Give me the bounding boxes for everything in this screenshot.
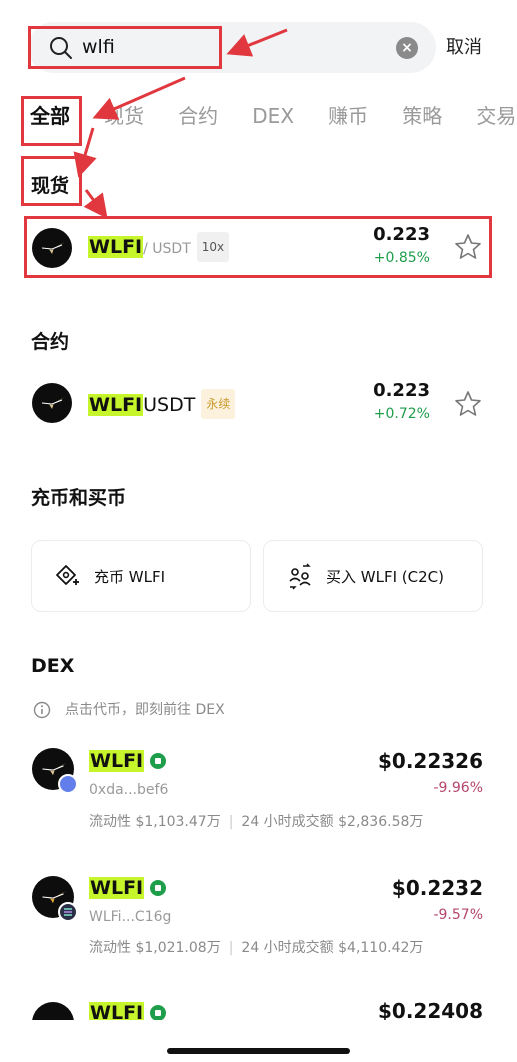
buy-label: 买入 WLFI (C2C) — [326, 567, 444, 586]
futures-price: 0.223 — [373, 380, 430, 401]
dex-stats: 流动性 $1,021.08万 | 24 小时成交额 $4,110.42万 — [89, 940, 424, 956]
dex-token-address: 0xda...bef6 — [89, 782, 169, 798]
star-icon[interactable] — [453, 389, 483, 419]
tab-strategy[interactable]: 策略 — [402, 100, 442, 132]
info-icon — [33, 701, 51, 719]
dex-volume: 24 小时成交额 $4,110.42万 — [241, 940, 424, 956]
verified-icon — [150, 1005, 167, 1020]
dex-liquidity: 流动性 $1,103.47万 — [89, 814, 221, 830]
annotation-box-all-tab — [21, 96, 82, 146]
dex-row[interactable]: WLFI $0.22408 — [24, 996, 490, 1020]
verified-icon — [150, 880, 167, 896]
category-tabs: 全部 现货 合约 DEX 赚币 策略 交易 — [30, 100, 517, 132]
dex-liquidity: 流动性 $1,021.08万 — [89, 940, 221, 956]
cancel-button[interactable]: 取消 — [446, 35, 482, 61]
dex-token-name: WLFI — [89, 875, 167, 901]
solana-chain-icon — [58, 902, 78, 922]
buy-c2c-card[interactable]: 买入 WLFI (C2C) — [263, 540, 483, 612]
wlfi-logo — [32, 1002, 74, 1020]
tab-spot[interactable]: 现货 — [104, 100, 144, 132]
futures-section-title: 合约 — [31, 331, 70, 353]
futures-base: WLFI — [88, 394, 144, 416]
dex-price-block: $0.22326 -9.96% — [378, 748, 483, 798]
dex-section-title: DEX — [31, 655, 75, 677]
dex-token-address: WLFi...C16g — [89, 909, 172, 925]
dex-token-name: WLFI — [89, 1000, 167, 1020]
tab-futures[interactable]: 合约 — [178, 100, 218, 132]
futures-change: +0.72% — [373, 406, 430, 422]
futures-row[interactable]: WLFIUSDT 永续 0.223 +0.72% — [24, 374, 490, 432]
verified-icon — [150, 753, 167, 769]
home-indicator — [167, 1048, 350, 1054]
dex-change: -9.96% — [433, 780, 483, 796]
deposit-icon — [56, 565, 79, 585]
dex-price: $0.22326 — [377, 749, 483, 773]
ethereum-chain-icon — [58, 774, 78, 794]
clear-icon[interactable]: × — [396, 37, 418, 59]
futures-quote: USDT — [143, 394, 196, 416]
dex-hint: 点击代币，即刻前往 DEX — [65, 702, 225, 718]
c2c-exchange-icon — [289, 563, 311, 590]
tab-trade[interactable]: 交易 — [476, 100, 516, 132]
futures-pair: WLFIUSDT 永续 — [88, 389, 236, 419]
deposit-label: 充币 WLFI — [94, 567, 166, 586]
deposit-card[interactable]: 充币 WLFI — [31, 540, 251, 612]
dex-row[interactable]: WLFI WLFi...C16g $0.2232 -9.57% 流动性 $1,0… — [24, 870, 490, 970]
dex-stats: 流动性 $1,103.47万 | 24 小时成交额 $2,836.58万 — [89, 814, 424, 830]
tab-earn[interactable]: 赚币 — [328, 100, 368, 132]
futures-price-block: 0.223 +0.72% — [373, 378, 430, 424]
dex-change: -9.57% — [433, 907, 483, 923]
dex-price: $0.22408 — [377, 999, 483, 1020]
annotation-box-spot-title — [21, 156, 82, 206]
dex-price-block: $0.2232 -9.57% — [392, 875, 483, 925]
annotation-box-search — [28, 26, 222, 69]
wlfi-logo — [32, 383, 72, 423]
deposit-section-title: 充币和买币 — [31, 487, 127, 509]
annotation-box-spot-row — [24, 216, 492, 278]
dex-token-name: WLFI — [89, 748, 167, 774]
dex-volume: 24 小时成交额 $2,836.58万 — [241, 814, 424, 830]
perpetual-badge: 永续 — [201, 389, 236, 419]
dex-row[interactable]: WLFI 0xda...bef6 $0.22326 -9.96% 流动性 $1,… — [24, 742, 490, 842]
tab-dex[interactable]: DEX — [252, 100, 294, 132]
dex-price: $0.2232 — [391, 876, 483, 900]
